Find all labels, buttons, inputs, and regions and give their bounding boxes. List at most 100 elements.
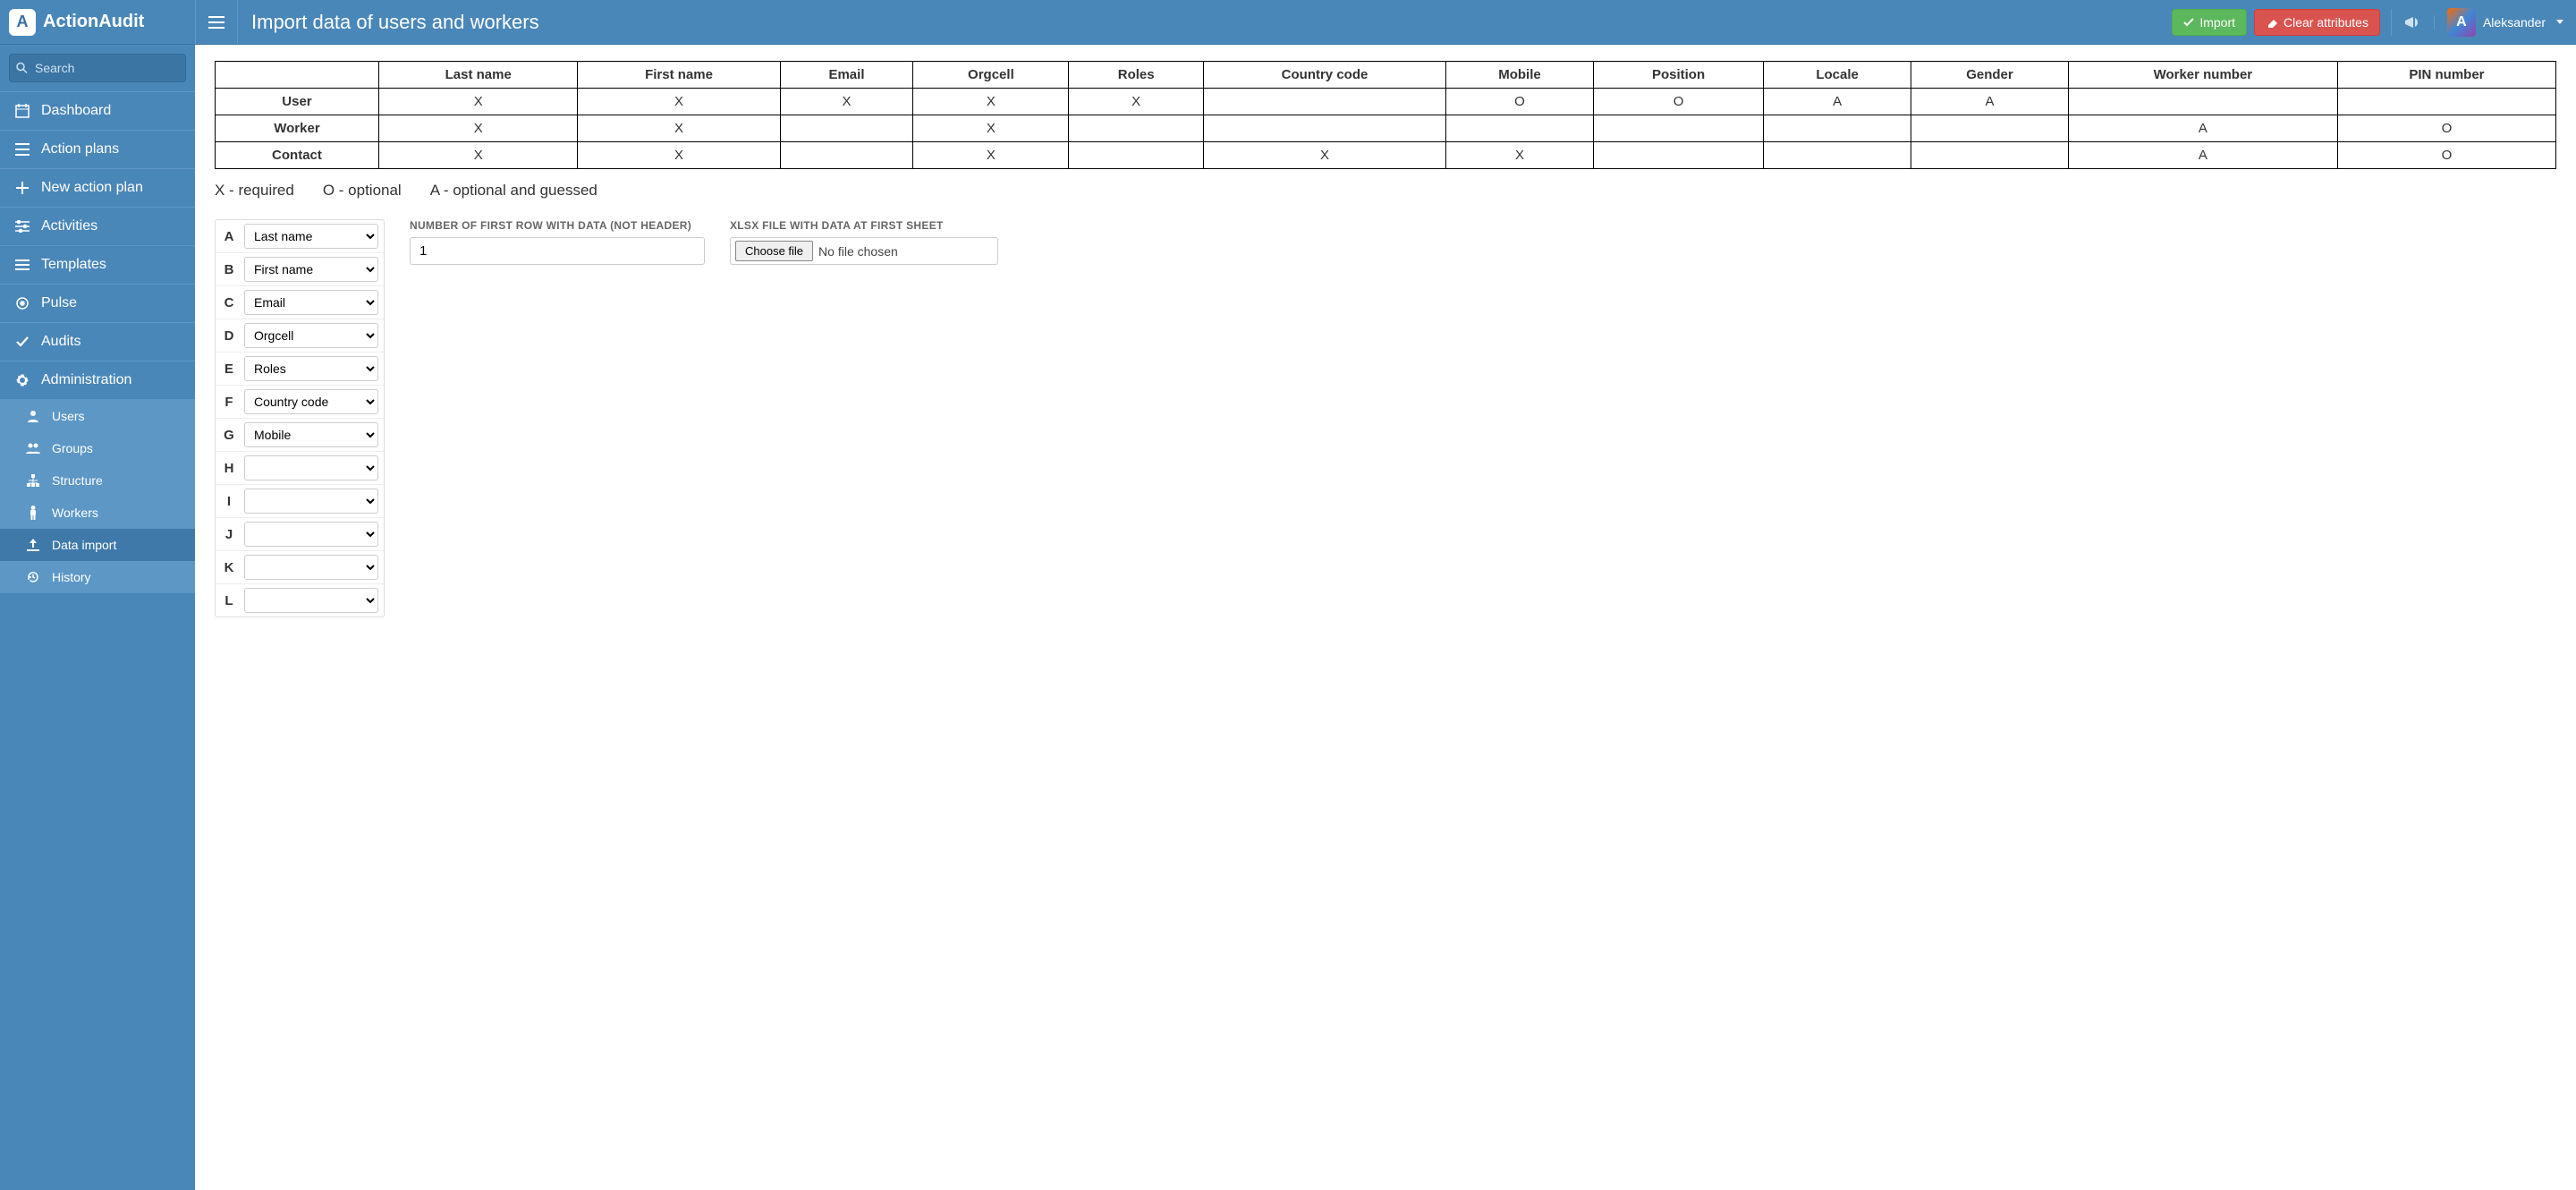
column-select-g[interactable]: Last nameFirst nameEmailOrgcellRolesCoun… bbox=[244, 422, 378, 447]
sidebar-subitem-label: History bbox=[52, 570, 91, 584]
column-select-h[interactable]: Last nameFirst nameEmailOrgcellRolesCoun… bbox=[244, 455, 378, 480]
app-name: ActionAudit bbox=[43, 12, 144, 32]
table-row: WorkerXXXAO bbox=[216, 115, 2556, 142]
column-map-row: CLast nameFirst nameEmailOrgcellRolesCou… bbox=[216, 286, 384, 319]
column-select-c[interactable]: Last nameFirst nameEmailOrgcellRolesCoun… bbox=[244, 290, 378, 315]
column-select-f[interactable]: Last nameFirst nameEmailOrgcellRolesCoun… bbox=[244, 389, 378, 414]
table-col-header: Roles bbox=[1069, 62, 1204, 89]
sidebar-subitem-label: Users bbox=[52, 409, 85, 423]
table-cell: A bbox=[1764, 89, 1911, 115]
table-cell: X bbox=[1069, 89, 1204, 115]
sidebar-item-pulse[interactable]: Pulse bbox=[0, 284, 195, 322]
sidebar-item-label: Audits bbox=[41, 334, 80, 350]
header-icons: A Aleksander bbox=[2392, 8, 2576, 37]
table-col-header: Orgcell bbox=[913, 62, 1069, 89]
sidebar-item-new-action-plan[interactable]: New action plan bbox=[0, 168, 195, 207]
column-select-l[interactable]: Last nameFirst nameEmailOrgcellRolesCoun… bbox=[244, 588, 378, 613]
table-cell: X bbox=[1204, 142, 1446, 169]
table-cell bbox=[780, 142, 913, 169]
sidebar-item-action-plans[interactable]: Action plans bbox=[0, 130, 195, 168]
column-letter: K bbox=[221, 560, 237, 575]
eraser-icon bbox=[2266, 17, 2278, 28]
column-select-d[interactable]: Last nameFirst nameEmailOrgcellRolesCoun… bbox=[244, 323, 378, 348]
sidebar-item-label: Dashboard bbox=[41, 103, 111, 119]
sidebar-subitem-label: Workers bbox=[52, 506, 98, 520]
gear-icon bbox=[14, 373, 30, 387]
file-field-label: XLSX FILE WITH DATA AT FIRST SHEET bbox=[730, 219, 998, 232]
logo-mark-icon: A bbox=[9, 9, 36, 36]
first-row-input[interactable] bbox=[410, 237, 705, 265]
table-cell: X bbox=[913, 115, 1069, 142]
table-cell: A bbox=[2068, 142, 2337, 169]
table-row-label: Contact bbox=[216, 142, 379, 169]
column-select-e[interactable]: Last nameFirst nameEmailOrgcellRolesCoun… bbox=[244, 356, 378, 381]
table-cell: A bbox=[1911, 89, 2069, 115]
table-col-header: Position bbox=[1593, 62, 1763, 89]
column-select-j[interactable]: Last nameFirst nameEmailOrgcellRolesCoun… bbox=[244, 522, 378, 547]
legend-a: A - optional and guessed bbox=[430, 182, 597, 200]
sidebar-subitem-data-import[interactable]: Data import bbox=[0, 529, 195, 561]
sidebar-subitem-label: Groups bbox=[52, 441, 93, 455]
column-letter: H bbox=[221, 461, 237, 476]
column-map-row: ILast nameFirst nameEmailOrgcellRolesCou… bbox=[216, 485, 384, 518]
table-col-header: Last name bbox=[378, 62, 578, 89]
plus-icon bbox=[14, 182, 30, 194]
user-name: Aleksander bbox=[2483, 15, 2546, 30]
page-title: Import data of users and workers bbox=[238, 11, 2172, 34]
clear-button-label: Clear attributes bbox=[2284, 15, 2368, 30]
calendar-icon bbox=[14, 104, 30, 118]
table-col-header: Email bbox=[780, 62, 913, 89]
column-select-b[interactable]: Last nameFirst nameEmailOrgcellRolesCoun… bbox=[244, 257, 378, 282]
table-row-label: Worker bbox=[216, 115, 379, 142]
search-wrap bbox=[0, 45, 195, 91]
table-cell bbox=[780, 115, 913, 142]
file-field: XLSX FILE WITH DATA AT FIRST SHEET Choos… bbox=[730, 219, 998, 265]
app-logo[interactable]: A ActionAudit bbox=[0, 9, 195, 36]
sidebar-subitem-structure[interactable]: Structure bbox=[0, 464, 195, 497]
column-letter: D bbox=[221, 328, 237, 344]
column-letter: B bbox=[221, 262, 237, 277]
table-col-header: Mobile bbox=[1446, 62, 1594, 89]
main-content: Last nameFirst nameEmailOrgcellRolesCoun… bbox=[195, 45, 2576, 1190]
sidebar-item-audits[interactable]: Audits bbox=[0, 322, 195, 361]
sidebar-item-administration[interactable]: Administration bbox=[0, 361, 195, 399]
table-cell: X bbox=[578, 89, 780, 115]
clear-attributes-button[interactable]: Clear attributes bbox=[2254, 9, 2380, 36]
column-map-row: D Last nameFirst nameEmailOrgcellRolesCou… bbox=[216, 319, 384, 353]
sidebar-subitem-groups[interactable]: Groups bbox=[0, 432, 195, 464]
sidebar-item-templates[interactable]: Templates bbox=[0, 245, 195, 284]
table-row-label: User bbox=[216, 89, 379, 115]
table-cell bbox=[1069, 115, 1204, 142]
column-map-row: ALast nameFirst nameEmailOrgcellRolesCou… bbox=[216, 220, 384, 253]
sidebar-subitem-workers[interactable]: Workers bbox=[0, 497, 195, 529]
first-row-field: NUMBER OF FIRST ROW WITH DATA (NOT HEADE… bbox=[410, 219, 705, 265]
table-row: ContactXXXXXAO bbox=[216, 142, 2556, 169]
sidebar-item-activities[interactable]: Activities bbox=[0, 207, 195, 245]
table-col-header: First name bbox=[578, 62, 780, 89]
sidebar-item-label: New action plan bbox=[41, 180, 143, 196]
sidebar-item-dashboard[interactable]: Dashboard bbox=[0, 91, 195, 130]
column-select-k[interactable]: Last nameFirst nameEmailOrgcellRolesCoun… bbox=[244, 555, 378, 580]
column-letter: F bbox=[221, 395, 237, 410]
table-col-header: Locale bbox=[1764, 62, 1911, 89]
user-menu[interactable]: A Aleksander bbox=[2435, 8, 2576, 37]
column-map-row: GLast nameFirst nameEmailOrgcellRolesCou… bbox=[216, 419, 384, 452]
choose-file-button[interactable]: Choose file bbox=[735, 241, 813, 261]
header-actions: Import Clear attributes bbox=[2172, 9, 2392, 36]
sidebar-toggle-button[interactable] bbox=[195, 0, 238, 44]
search-input[interactable] bbox=[9, 54, 186, 82]
file-input[interactable]: Choose file No file chosen bbox=[730, 237, 998, 265]
column-select-i[interactable]: Last nameFirst nameEmailOrgcellRolesCoun… bbox=[244, 489, 378, 514]
table-cell: X bbox=[780, 89, 913, 115]
announcements-button[interactable] bbox=[2392, 15, 2435, 30]
import-button[interactable]: Import bbox=[2172, 9, 2247, 36]
search-icon bbox=[16, 63, 28, 74]
table-row: UserXXXXXOOAA bbox=[216, 89, 2556, 115]
column-select-a[interactable]: Last nameFirst nameEmailOrgcellRolesCoun… bbox=[244, 224, 378, 249]
column-letter: E bbox=[221, 361, 237, 377]
table-col-header: Gender bbox=[1911, 62, 2069, 89]
table-cell: X bbox=[913, 142, 1069, 169]
sidebar-subitem-history[interactable]: History bbox=[0, 561, 195, 593]
table-col-header: PIN number bbox=[2337, 62, 2555, 89]
sidebar-subitem-users[interactable]: Users bbox=[0, 399, 195, 432]
